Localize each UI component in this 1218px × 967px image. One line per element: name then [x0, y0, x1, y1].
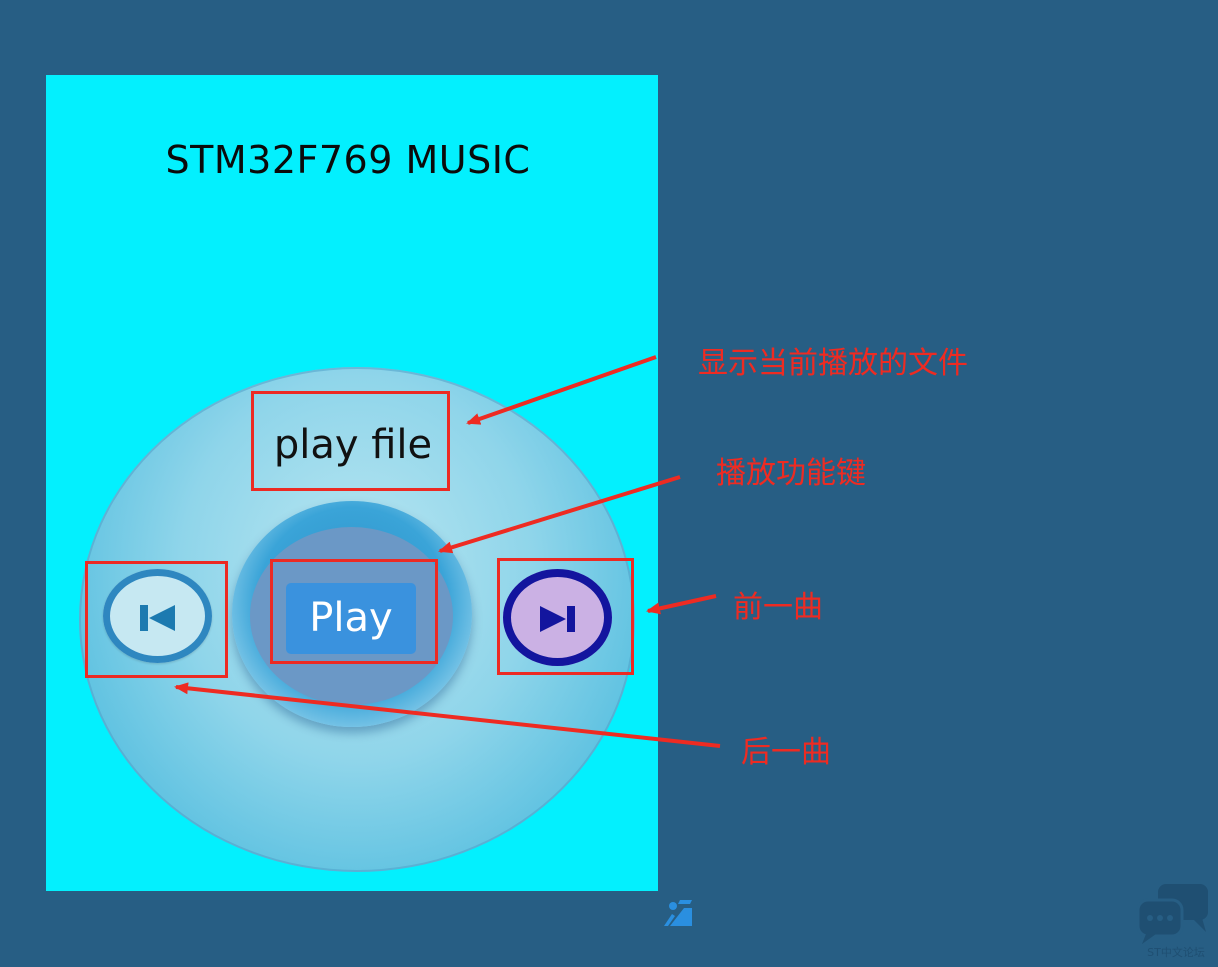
annotation-current-file: 显示当前播放的文件: [698, 346, 968, 381]
forum-watermark: ST中文论坛: [1147, 946, 1205, 959]
highlight-play-button: [270, 559, 438, 664]
annotation-prev-track: 前一曲: [733, 590, 823, 625]
app-title: STM32F769 MUSIC: [165, 138, 531, 182]
highlight-current-file: [251, 391, 450, 491]
annotation-next-track: 后一曲: [741, 735, 831, 770]
highlight-next-button: [497, 558, 634, 675]
annotation-play-key: 播放功能键: [716, 456, 866, 491]
logo-icon: [664, 900, 692, 926]
highlight-prev-button: [85, 561, 228, 678]
arrow-prev-track: [646, 594, 717, 615]
